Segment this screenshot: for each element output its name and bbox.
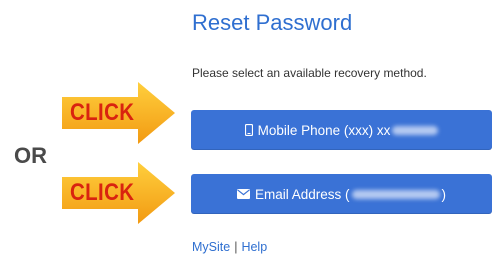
click-arrow-callout: CLICK bbox=[62, 80, 177, 146]
mobile-phone-icon bbox=[244, 124, 253, 136]
page-title: Reset Password bbox=[192, 10, 353, 35]
link-separator: | bbox=[234, 240, 238, 254]
instructions-text: Please select an available recovery meth… bbox=[192, 66, 427, 80]
or-label: OR bbox=[14, 143, 47, 168]
email-address-button[interactable]: Email Address ( ) bbox=[191, 174, 492, 214]
click-callout-text: CLICK bbox=[70, 99, 135, 126]
email-address-label: Email Address ( bbox=[254, 186, 350, 202]
envelope-icon bbox=[236, 189, 250, 199]
click-arrow-callout: CLICK bbox=[62, 160, 177, 226]
mobile-phone-label: Mobile Phone (xxx) xx bbox=[257, 122, 391, 138]
mysite-link[interactable]: MySite bbox=[192, 240, 230, 254]
footer-links: MySite | Help bbox=[192, 240, 267, 254]
click-callout-text: CLICK bbox=[70, 179, 135, 206]
redacted-phone-number bbox=[392, 125, 439, 135]
email-address-label-suffix: ) bbox=[441, 186, 447, 202]
mobile-phone-button[interactable]: Mobile Phone (xxx) xx bbox=[191, 110, 492, 150]
redacted-email-address bbox=[351, 189, 440, 199]
help-link[interactable]: Help bbox=[241, 240, 267, 254]
